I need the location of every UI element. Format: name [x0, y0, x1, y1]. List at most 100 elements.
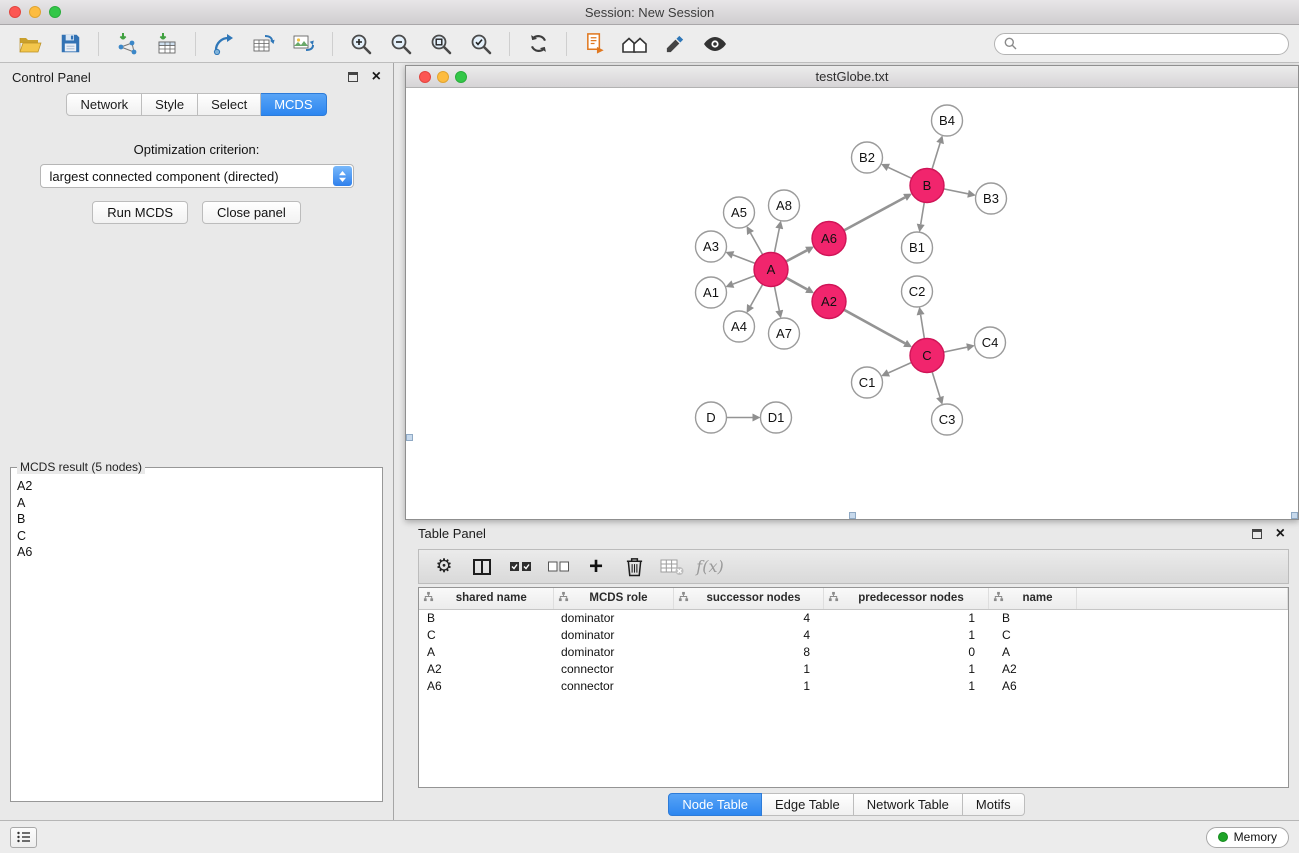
- open-panel-button[interactable]: [575, 28, 615, 60]
- graph-edge-B-B4[interactable]: [932, 143, 940, 169]
- close-panel-button[interactable]: Close panel: [202, 201, 301, 224]
- graph-node-C2[interactable]: C2: [902, 276, 933, 307]
- table-row[interactable]: Bdominator41B: [419, 609, 1288, 627]
- select-all-columns-button[interactable]: [507, 553, 533, 581]
- import-network-from-file-button[interactable]: [107, 28, 147, 60]
- zoom-fit-button[interactable]: [421, 28, 461, 60]
- float-table-panel-icon[interactable]: [1252, 529, 1262, 539]
- save-session-button[interactable]: [50, 28, 90, 60]
- graph-node-A6[interactable]: A6: [812, 222, 846, 256]
- graph-edge-A-A3[interactable]: [733, 255, 755, 264]
- graph-node-A[interactable]: A: [754, 253, 788, 287]
- resize-grip[interactable]: [849, 512, 856, 519]
- zoom-out-button[interactable]: [381, 28, 421, 60]
- search-input[interactable]: [1022, 37, 1279, 51]
- refresh-view-button[interactable]: [518, 28, 558, 60]
- network-minimize-button[interactable]: [437, 71, 449, 83]
- graph-node-B3[interactable]: B3: [976, 183, 1007, 214]
- close-panel-icon[interactable]: ×: [372, 72, 381, 82]
- tab-edge-table[interactable]: Edge Table: [762, 793, 854, 816]
- graph-node-C3[interactable]: C3: [932, 404, 963, 435]
- graph-edge-B-B3[interactable]: [944, 189, 968, 194]
- network-canvas[interactable]: B4B2BB3A5A8A6A3B1AA1C2A2A4A7C4CC1C3DD1: [406, 88, 1298, 519]
- graph-node-A7[interactable]: A7: [769, 318, 800, 349]
- graph-edge-A-A7[interactable]: [774, 286, 779, 310]
- graph-node-C4[interactable]: C4: [975, 327, 1006, 358]
- minimize-window-button[interactable]: [29, 6, 41, 18]
- table-row[interactable]: Adominator80A: [419, 644, 1288, 661]
- tab-mcds[interactable]: MCDS: [261, 93, 326, 116]
- resize-grip[interactable]: [406, 434, 413, 441]
- import-table-from-file-button[interactable]: [147, 28, 187, 60]
- network-close-button[interactable]: [419, 71, 431, 83]
- table-row[interactable]: A6connector11A6: [419, 678, 1288, 695]
- graph-edge-C-C3[interactable]: [932, 372, 940, 397]
- graph-node-A5[interactable]: A5: [724, 197, 755, 228]
- function-builder-button[interactable]: f(x): [697, 553, 723, 581]
- float-panel-icon[interactable]: [348, 72, 358, 82]
- column-header-name[interactable]: name: [988, 588, 1076, 609]
- run-mcds-button[interactable]: Run MCDS: [92, 201, 188, 224]
- graph-edge-B-B2[interactable]: [888, 167, 911, 178]
- graph-node-A4[interactable]: A4: [724, 311, 755, 342]
- graph-node-D1[interactable]: D1: [761, 402, 792, 433]
- search-box[interactable]: [994, 33, 1289, 55]
- zoom-window-button[interactable]: [49, 6, 61, 18]
- home-button[interactable]: [615, 28, 655, 60]
- unselect-all-columns-button[interactable]: [545, 553, 571, 581]
- tab-motifs[interactable]: Motifs: [963, 793, 1025, 816]
- graph-node-A8[interactable]: A8: [769, 190, 800, 221]
- zoom-in-button[interactable]: [341, 28, 381, 60]
- graph-edge-C-C4[interactable]: [944, 347, 967, 352]
- show-hide-details-button[interactable]: [695, 28, 735, 60]
- graph-node-B2[interactable]: B2: [852, 142, 883, 173]
- resize-grip[interactable]: [1291, 512, 1298, 519]
- close-table-panel-icon[interactable]: ×: [1276, 529, 1285, 539]
- column-header-successor-nodes[interactable]: successor nodes: [673, 588, 823, 609]
- graph-edge-A-A2[interactable]: [786, 278, 807, 290]
- delete-table-button[interactable]: [659, 553, 685, 581]
- graph-node-A1[interactable]: A1: [696, 277, 727, 308]
- graph-edge-C-C2[interactable]: [921, 315, 925, 339]
- graph-edge-A6-B[interactable]: [844, 197, 905, 230]
- graph-edge-A-A8[interactable]: [774, 229, 779, 253]
- graph-edge-B-B1[interactable]: [921, 202, 925, 224]
- graph-edge-A-A5[interactable]: [751, 233, 763, 255]
- network-window-titlebar[interactable]: testGlobe.txt: [406, 66, 1298, 88]
- new-network-button[interactable]: [204, 28, 244, 60]
- zoom-selected-button[interactable]: [461, 28, 501, 60]
- tab-select[interactable]: Select: [198, 93, 261, 116]
- show-task-history-button[interactable]: [10, 827, 37, 848]
- tab-network[interactable]: Network: [66, 93, 142, 116]
- graph-node-A2[interactable]: A2: [812, 285, 846, 319]
- new-table-button[interactable]: [244, 28, 284, 60]
- table-row[interactable]: A2connector11A2: [419, 661, 1288, 678]
- open-session-button[interactable]: [10, 28, 50, 60]
- graph-node-C[interactable]: C: [910, 339, 944, 373]
- graph-node-C1[interactable]: C1: [852, 367, 883, 398]
- show-column-panel-button[interactable]: [469, 553, 495, 581]
- graph-edge-A2-C[interactable]: [844, 310, 905, 344]
- graph-node-A3[interactable]: A3: [696, 231, 727, 262]
- tab-style[interactable]: Style: [142, 93, 198, 116]
- node-table-container[interactable]: shared nameMCDS rolesuccessor nodesprede…: [418, 587, 1289, 788]
- table-settings-button[interactable]: ⚙: [431, 553, 457, 581]
- network-zoom-button[interactable]: [455, 71, 467, 83]
- optimization-criterion-dropdown[interactable]: largest connected component (directed): [40, 164, 354, 188]
- export-image-button[interactable]: [284, 28, 324, 60]
- annotation-pen-button[interactable]: [655, 28, 695, 60]
- column-header-MCDS-role[interactable]: MCDS role: [553, 588, 673, 609]
- tab-node-table[interactable]: Node Table: [668, 793, 762, 816]
- graph-edge-A-A6[interactable]: [786, 250, 807, 261]
- create-column-button[interactable]: +: [583, 553, 609, 581]
- graph-node-B[interactable]: B: [910, 169, 944, 203]
- table-row[interactable]: Cdominator41C: [419, 627, 1288, 644]
- tab-network-table[interactable]: Network Table: [854, 793, 963, 816]
- graph-edge-A-A4[interactable]: [751, 284, 763, 306]
- close-window-button[interactable]: [9, 6, 21, 18]
- delete-column-button[interactable]: [621, 553, 647, 581]
- graph-node-B1[interactable]: B1: [902, 232, 933, 263]
- column-header-shared-name[interactable]: shared name: [419, 588, 553, 609]
- graph-node-B4[interactable]: B4: [932, 105, 963, 136]
- graph-edge-A-A1[interactable]: [733, 276, 755, 285]
